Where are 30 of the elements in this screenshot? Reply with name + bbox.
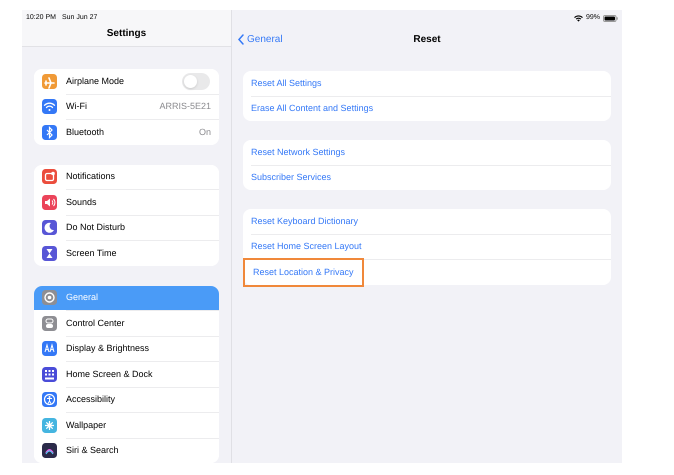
item-label: Accessibility <box>66 393 116 406</box>
item-label: Bluetooth <box>66 126 106 138</box>
reset-option[interactable]: Reset Home Screen Layout <box>243 234 370 259</box>
wifi-icon <box>574 14 583 22</box>
reset-option[interactable]: Reset Keyboard Dictionary <box>243 209 366 234</box>
item-label: Wallpaper <box>66 418 108 432</box>
reset-option[interactable]: Reset All Settings <box>243 71 330 96</box>
item-label: Do Not Disturb <box>66 221 126 234</box>
item-label: Home Screen & Dock <box>66 368 154 380</box>
page-title: Reset <box>413 32 441 46</box>
chevron-left-icon <box>238 34 244 44</box>
reset-option[interactable]: Reset Location & Privacy <box>243 258 364 287</box>
item-value: On <box>198 126 211 138</box>
item-label: Siri & Search <box>66 444 120 457</box>
item-label: Control Center <box>66 316 126 330</box>
reset-option[interactable]: Erase All Content and Settings <box>243 96 382 121</box>
toggle-switch[interactable] <box>182 72 210 90</box>
item-label: Screen Time <box>66 246 118 260</box>
item-label: General <box>66 291 100 304</box>
battery-icon <box>603 14 618 22</box>
back-button[interactable]: General <box>238 32 283 46</box>
item-label: Wi-Fi <box>66 100 88 113</box>
item-label: Display & Brightness <box>66 342 150 355</box>
item-label: Sounds <box>66 196 98 208</box>
sidebar-title: Settings <box>106 27 146 41</box>
item-label: Airplane Mode <box>66 74 126 88</box>
item-label: Notifications <box>66 170 116 183</box>
reset-option[interactable]: Reset Network Settings <box>243 140 354 164</box>
reset-option[interactable]: Subscriber Services <box>243 166 340 190</box>
item-value: ARRIS-5E21 <box>159 100 211 113</box>
